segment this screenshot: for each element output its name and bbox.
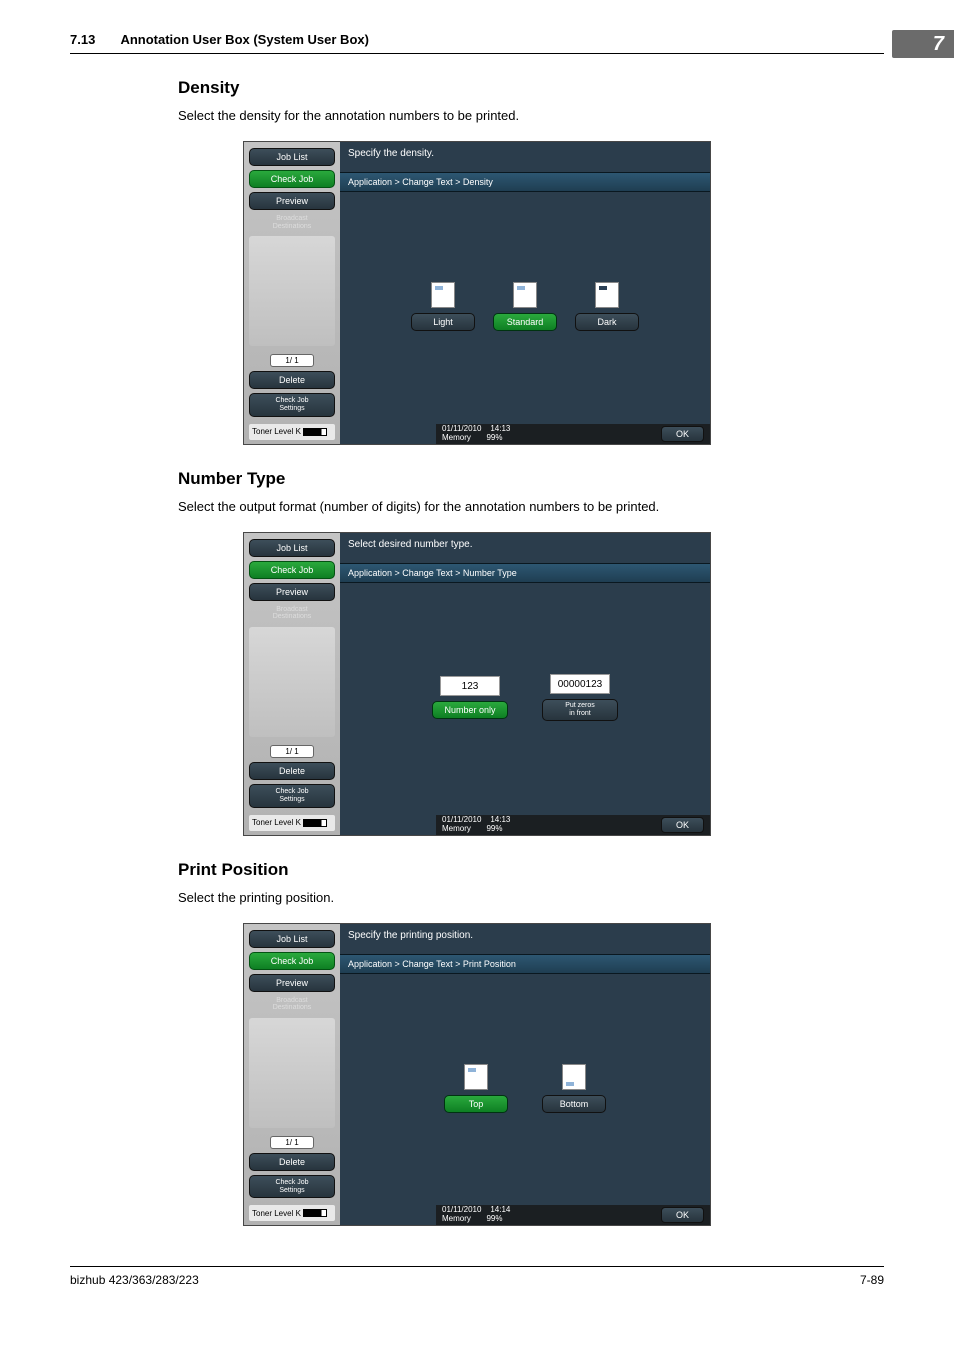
paragraph-number-type: Select the output format (number of digi… (178, 499, 884, 514)
ok-button[interactable]: OK (661, 817, 704, 833)
memory-pct: 99% (486, 1214, 502, 1223)
print-position-option-bottom[interactable]: Bottom (542, 1064, 606, 1113)
delete-button[interactable]: Delete (249, 1153, 335, 1171)
broadcast-label: Broadcast Destinations (249, 606, 335, 621)
number-type-option-number-only[interactable]: 123 Number only (432, 676, 508, 719)
density-option-standard[interactable]: Standard (493, 282, 557, 331)
memory-label: Memory (442, 824, 471, 833)
job-list-button[interactable]: Job List (249, 930, 335, 948)
option-label: Standard (493, 313, 557, 331)
date: 01/11/2010 (442, 1205, 481, 1214)
footer-product: bizhub 423/363/283/223 (70, 1273, 199, 1287)
check-job-button[interactable]: Check Job (249, 170, 335, 188)
panel-density: Job List Check Job Preview Broadcast Des… (243, 141, 711, 445)
chapter-badge: 7 (892, 30, 954, 58)
check-job-settings-button[interactable]: Check Job Settings (249, 784, 335, 807)
preview-button[interactable]: Preview (249, 974, 335, 992)
toner-label: Toner Level (252, 818, 293, 827)
page-preview-icon (562, 1064, 586, 1090)
broadcast-label: Broadcast Destinations (249, 215, 335, 230)
print-position-option-top[interactable]: Top (444, 1064, 508, 1113)
number-type-option-put-zeros[interactable]: 00000123 Put zeros in front (542, 674, 618, 720)
page-preview-icon (431, 282, 455, 308)
heading-print-position: Print Position (178, 860, 884, 880)
number-sample: 123 (440, 676, 500, 696)
time: 14:13 (490, 424, 510, 433)
pager: 1/ 1 (270, 1136, 314, 1149)
check-job-settings-button[interactable]: Check Job Settings (249, 393, 335, 416)
memory-label: Memory (442, 1214, 471, 1223)
toner-k: K (296, 818, 301, 827)
panel-title: Specify the density. (340, 142, 710, 172)
section-title: Annotation User Box (System User Box) (120, 32, 369, 47)
memory-pct: 99% (486, 433, 502, 442)
toner-bar-icon (303, 428, 327, 436)
section-number: 7.13 (70, 32, 95, 47)
panel-title: Specify the printing position. (340, 924, 710, 954)
option-label: Dark (575, 313, 639, 331)
number-sample: 00000123 (550, 674, 610, 694)
page-preview-icon (513, 282, 537, 308)
toner-label: Toner Level (252, 1209, 293, 1218)
job-list-button[interactable]: Job List (249, 539, 335, 557)
heading-number-type: Number Type (178, 469, 884, 489)
date: 01/11/2010 (442, 815, 481, 824)
heading-density: Density (178, 78, 884, 98)
breadcrumb: Application > Change Text > Print Positi… (340, 954, 710, 974)
toner-level: Toner Level K (249, 424, 335, 440)
delete-button[interactable]: Delete (249, 371, 335, 389)
date: 01/11/2010 (442, 424, 481, 433)
breadcrumb: Application > Change Text > Number Type (340, 563, 710, 583)
ok-button[interactable]: OK (661, 1207, 704, 1223)
time: 14:13 (490, 815, 510, 824)
job-list-area (249, 627, 335, 737)
pager: 1/ 1 (270, 745, 314, 758)
check-job-button[interactable]: Check Job (249, 952, 335, 970)
page-preview-icon (595, 282, 619, 308)
panel-number-type: Job List Check Job Preview Broadcast Des… (243, 532, 711, 836)
density-option-dark[interactable]: Dark (575, 282, 639, 331)
toner-bar-icon (303, 819, 327, 827)
check-job-button[interactable]: Check Job (249, 561, 335, 579)
option-label: Top (444, 1095, 508, 1113)
preview-button[interactable]: Preview (249, 583, 335, 601)
panel-title: Select desired number type. (340, 533, 710, 563)
job-list-area (249, 1018, 335, 1128)
toner-level: Toner Level K (249, 815, 335, 831)
time: 14:14 (490, 1205, 510, 1214)
option-label: Light (411, 313, 475, 331)
job-list-area (249, 236, 335, 346)
pager: 1/ 1 (270, 354, 314, 367)
memory-pct: 99% (486, 824, 502, 833)
paragraph-print-position: Select the printing position. (178, 890, 884, 905)
job-list-button[interactable]: Job List (249, 148, 335, 166)
broadcast-label: Broadcast Destinations (249, 997, 335, 1012)
breadcrumb: Application > Change Text > Density (340, 172, 710, 192)
option-label: Number only (432, 701, 508, 719)
ok-button[interactable]: OK (661, 426, 704, 442)
page-preview-icon (464, 1064, 488, 1090)
toner-level: Toner Level K (249, 1205, 335, 1221)
memory-label: Memory (442, 433, 471, 442)
toner-label: Toner Level (252, 427, 293, 436)
toner-bar-icon (303, 1209, 327, 1217)
density-option-light[interactable]: Light (411, 282, 475, 331)
panel-print-position: Job List Check Job Preview Broadcast Des… (243, 923, 711, 1227)
delete-button[interactable]: Delete (249, 762, 335, 780)
option-label: Put zeros in front (542, 699, 618, 720)
paragraph-density: Select the density for the annotation nu… (178, 108, 884, 123)
toner-k: K (296, 1209, 301, 1218)
check-job-settings-button[interactable]: Check Job Settings (249, 1175, 335, 1198)
option-label: Bottom (542, 1095, 606, 1113)
preview-button[interactable]: Preview (249, 192, 335, 210)
footer-page: 7-89 (860, 1273, 884, 1287)
toner-k: K (296, 427, 301, 436)
